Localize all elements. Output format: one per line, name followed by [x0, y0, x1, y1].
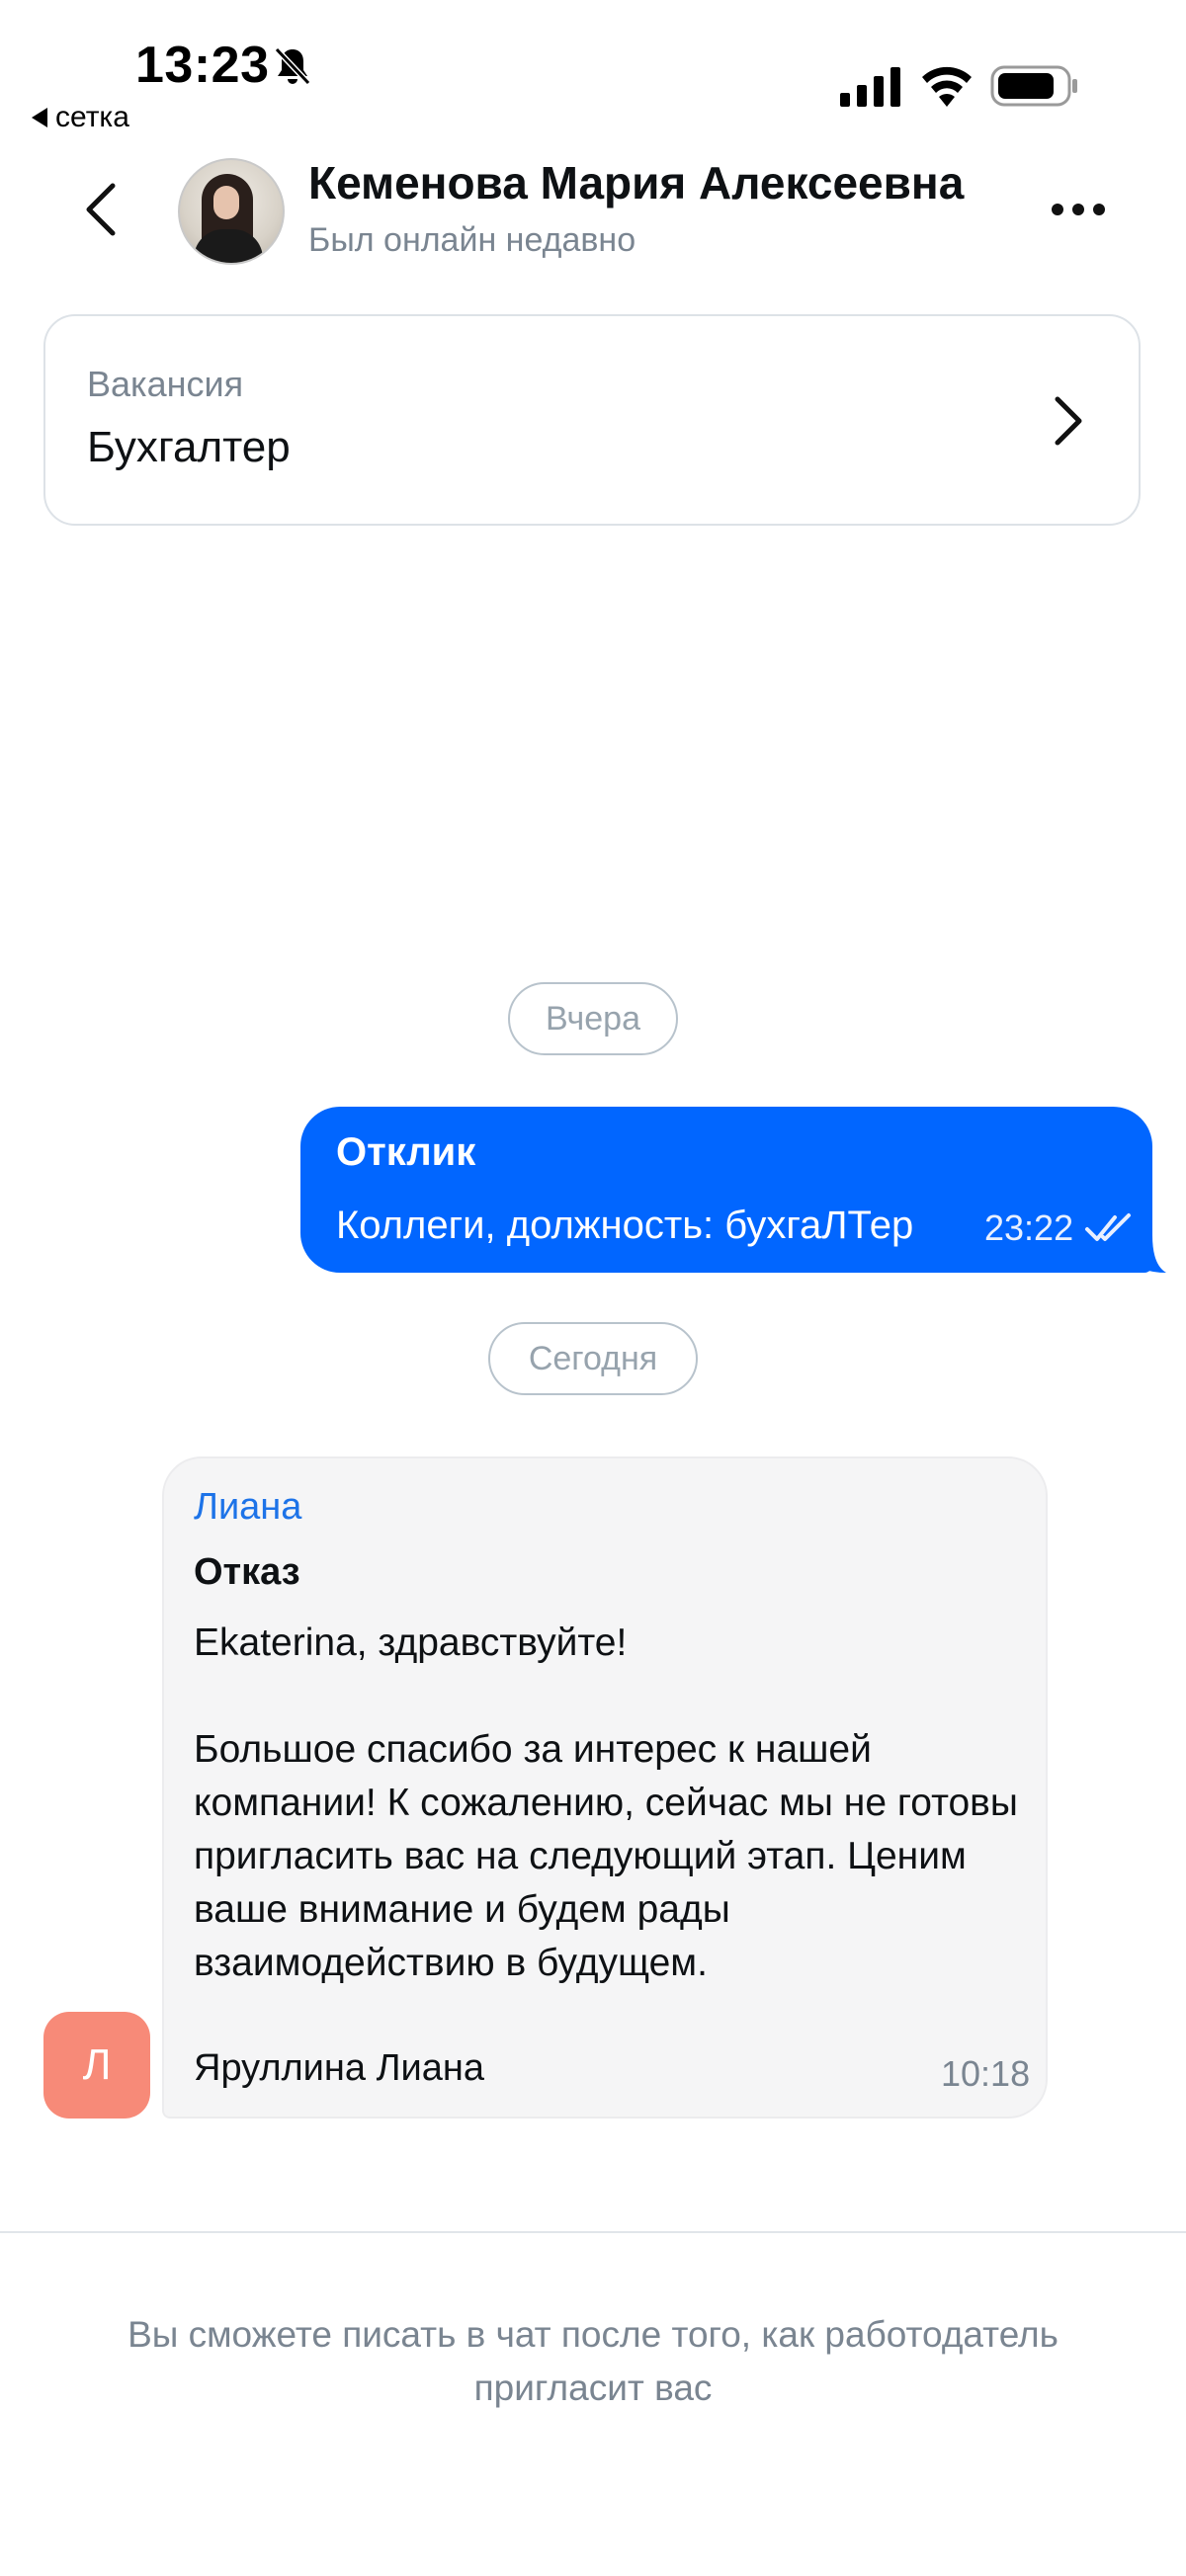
battery-icon	[990, 65, 1077, 107]
date-separator-today: Сегодня	[488, 1322, 698, 1395]
footer-divider	[0, 2231, 1186, 2233]
sender-avatar[interactable]: Л	[43, 2012, 150, 2119]
contact-name[interactable]: Кеменова Мария Алексеевна	[308, 156, 964, 209]
message-paragraph: Большое спасибо за интерес к нашей компа…	[194, 1728, 1018, 1984]
outgoing-message-text: Коллеги, должность: бухгаЛТер	[336, 1204, 914, 1247]
contact-status: Был онлайн недавно	[308, 221, 636, 259]
signal-icon	[840, 67, 900, 107]
vacancy-label: Вакансия	[87, 364, 244, 404]
wifi-icon	[922, 66, 972, 107]
double-check-icon	[1085, 1213, 1131, 1241]
bell-slash-icon	[274, 46, 311, 86]
back-to-app-link[interactable]: сетка	[32, 101, 129, 134]
chevron-right-icon	[1055, 396, 1082, 446]
chat-locked-note: Вы сможете писать в чат после того, как …	[127, 2314, 1059, 2408]
incoming-message-type: Отказ	[194, 1551, 300, 1593]
vacancy-card[interactable]	[43, 314, 1141, 526]
incoming-message-author[interactable]: Лиана	[194, 1486, 301, 1529]
incoming-message-time: 10:18	[941, 2053, 1031, 2094]
contact-avatar[interactable]	[178, 158, 285, 265]
status-time: 13:23	[135, 37, 270, 94]
back-app-label: сетка	[55, 101, 129, 133]
outgoing-message-type: Отклик	[336, 1130, 476, 1174]
outgoing-message-time: 23:22	[984, 1207, 1074, 1248]
back-triangle-icon	[32, 108, 47, 127]
message-paragraph: Ekaterina, здравствуйте!	[194, 1621, 628, 1664]
more-icon[interactable]	[1050, 196, 1107, 223]
vacancy-title: Бухгалтер	[87, 423, 291, 471]
date-separator-yesterday: Вчера	[508, 982, 678, 1055]
incoming-message-text: Ekaterina, здравствуйте! Большое спасибо…	[194, 1617, 1024, 1990]
incoming-message-signature: Яруллина Лиана	[194, 2047, 484, 2089]
back-arrow-icon[interactable]	[81, 180, 121, 239]
